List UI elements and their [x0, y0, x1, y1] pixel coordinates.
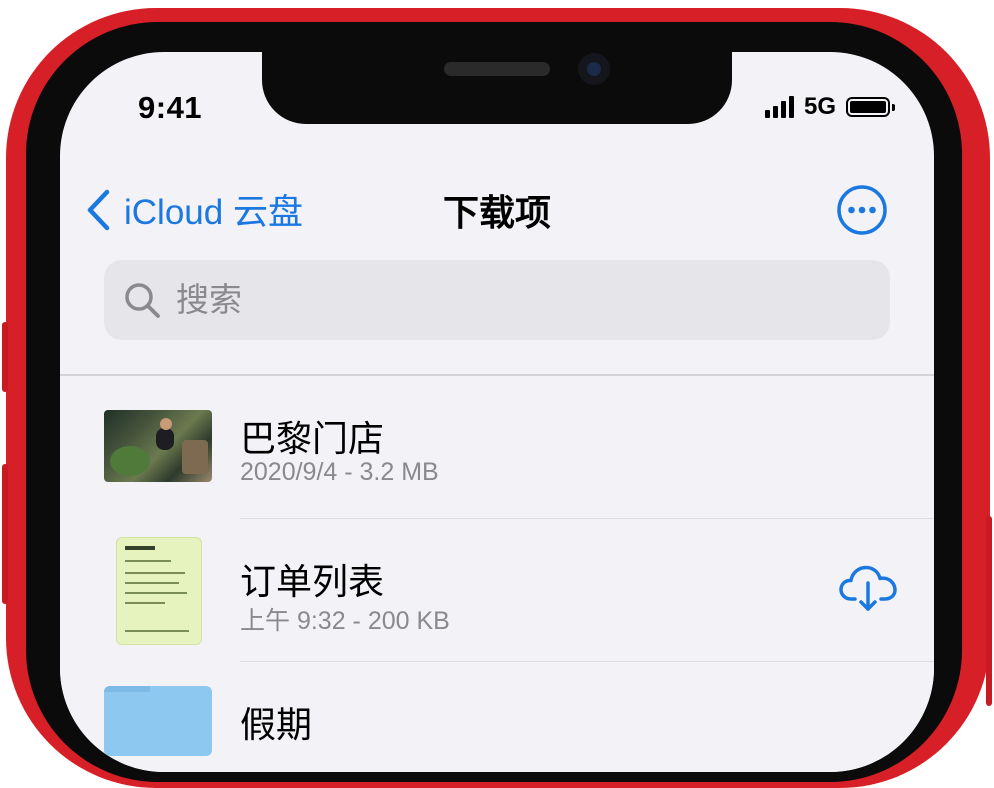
file-meta: 2020/9/4 - 3.2 MB	[240, 458, 439, 486]
file-row[interactable]: 假期	[60, 662, 934, 772]
file-name: 巴黎门店	[240, 418, 385, 459]
photo-thumbnail	[104, 410, 212, 482]
speaker-grille	[444, 62, 550, 76]
volume-button	[2, 322, 8, 392]
page-title: 下载项	[442, 192, 551, 233]
battery-icon	[846, 97, 895, 117]
file-name: 订单列表	[240, 561, 385, 602]
download-button[interactable]	[838, 563, 898, 618]
file-row[interactable]: 订单列表 上午 9:32 - 200 KB	[60, 519, 934, 662]
volume-button	[2, 464, 8, 604]
status-time: 9:41	[138, 90, 203, 125]
screen: 9:41 5G iCloud 云盘 下载项 搜索 巴黎门店 2020/9/4 -…	[60, 52, 934, 772]
search-bar[interactable]	[104, 260, 890, 340]
notch	[262, 52, 732, 124]
status-indicators: 5G	[764, 93, 895, 121]
signal-icon	[764, 96, 794, 118]
front-camera	[578, 53, 610, 85]
icloud-download-icon	[839, 565, 897, 611]
search-icon	[125, 283, 160, 318]
ellipsis-circle-icon	[837, 185, 887, 235]
file-row[interactable]: 巴黎门店 2020/9/4 - 3.2 MB	[60, 376, 934, 519]
more-button[interactable]	[836, 184, 888, 241]
file-name: 假期	[240, 704, 313, 745]
search-input[interactable]	[174, 280, 858, 320]
file-meta: 上午 9:32 - 200 KB	[240, 607, 450, 635]
document-thumbnail	[116, 537, 202, 645]
power-button	[986, 516, 992, 706]
network-type: 5G	[803, 93, 836, 120]
file-list: 巴黎门店 2020/9/4 - 3.2 MB 订单列表 上午 9:32 - 20…	[60, 376, 934, 772]
folder-icon	[104, 686, 212, 756]
